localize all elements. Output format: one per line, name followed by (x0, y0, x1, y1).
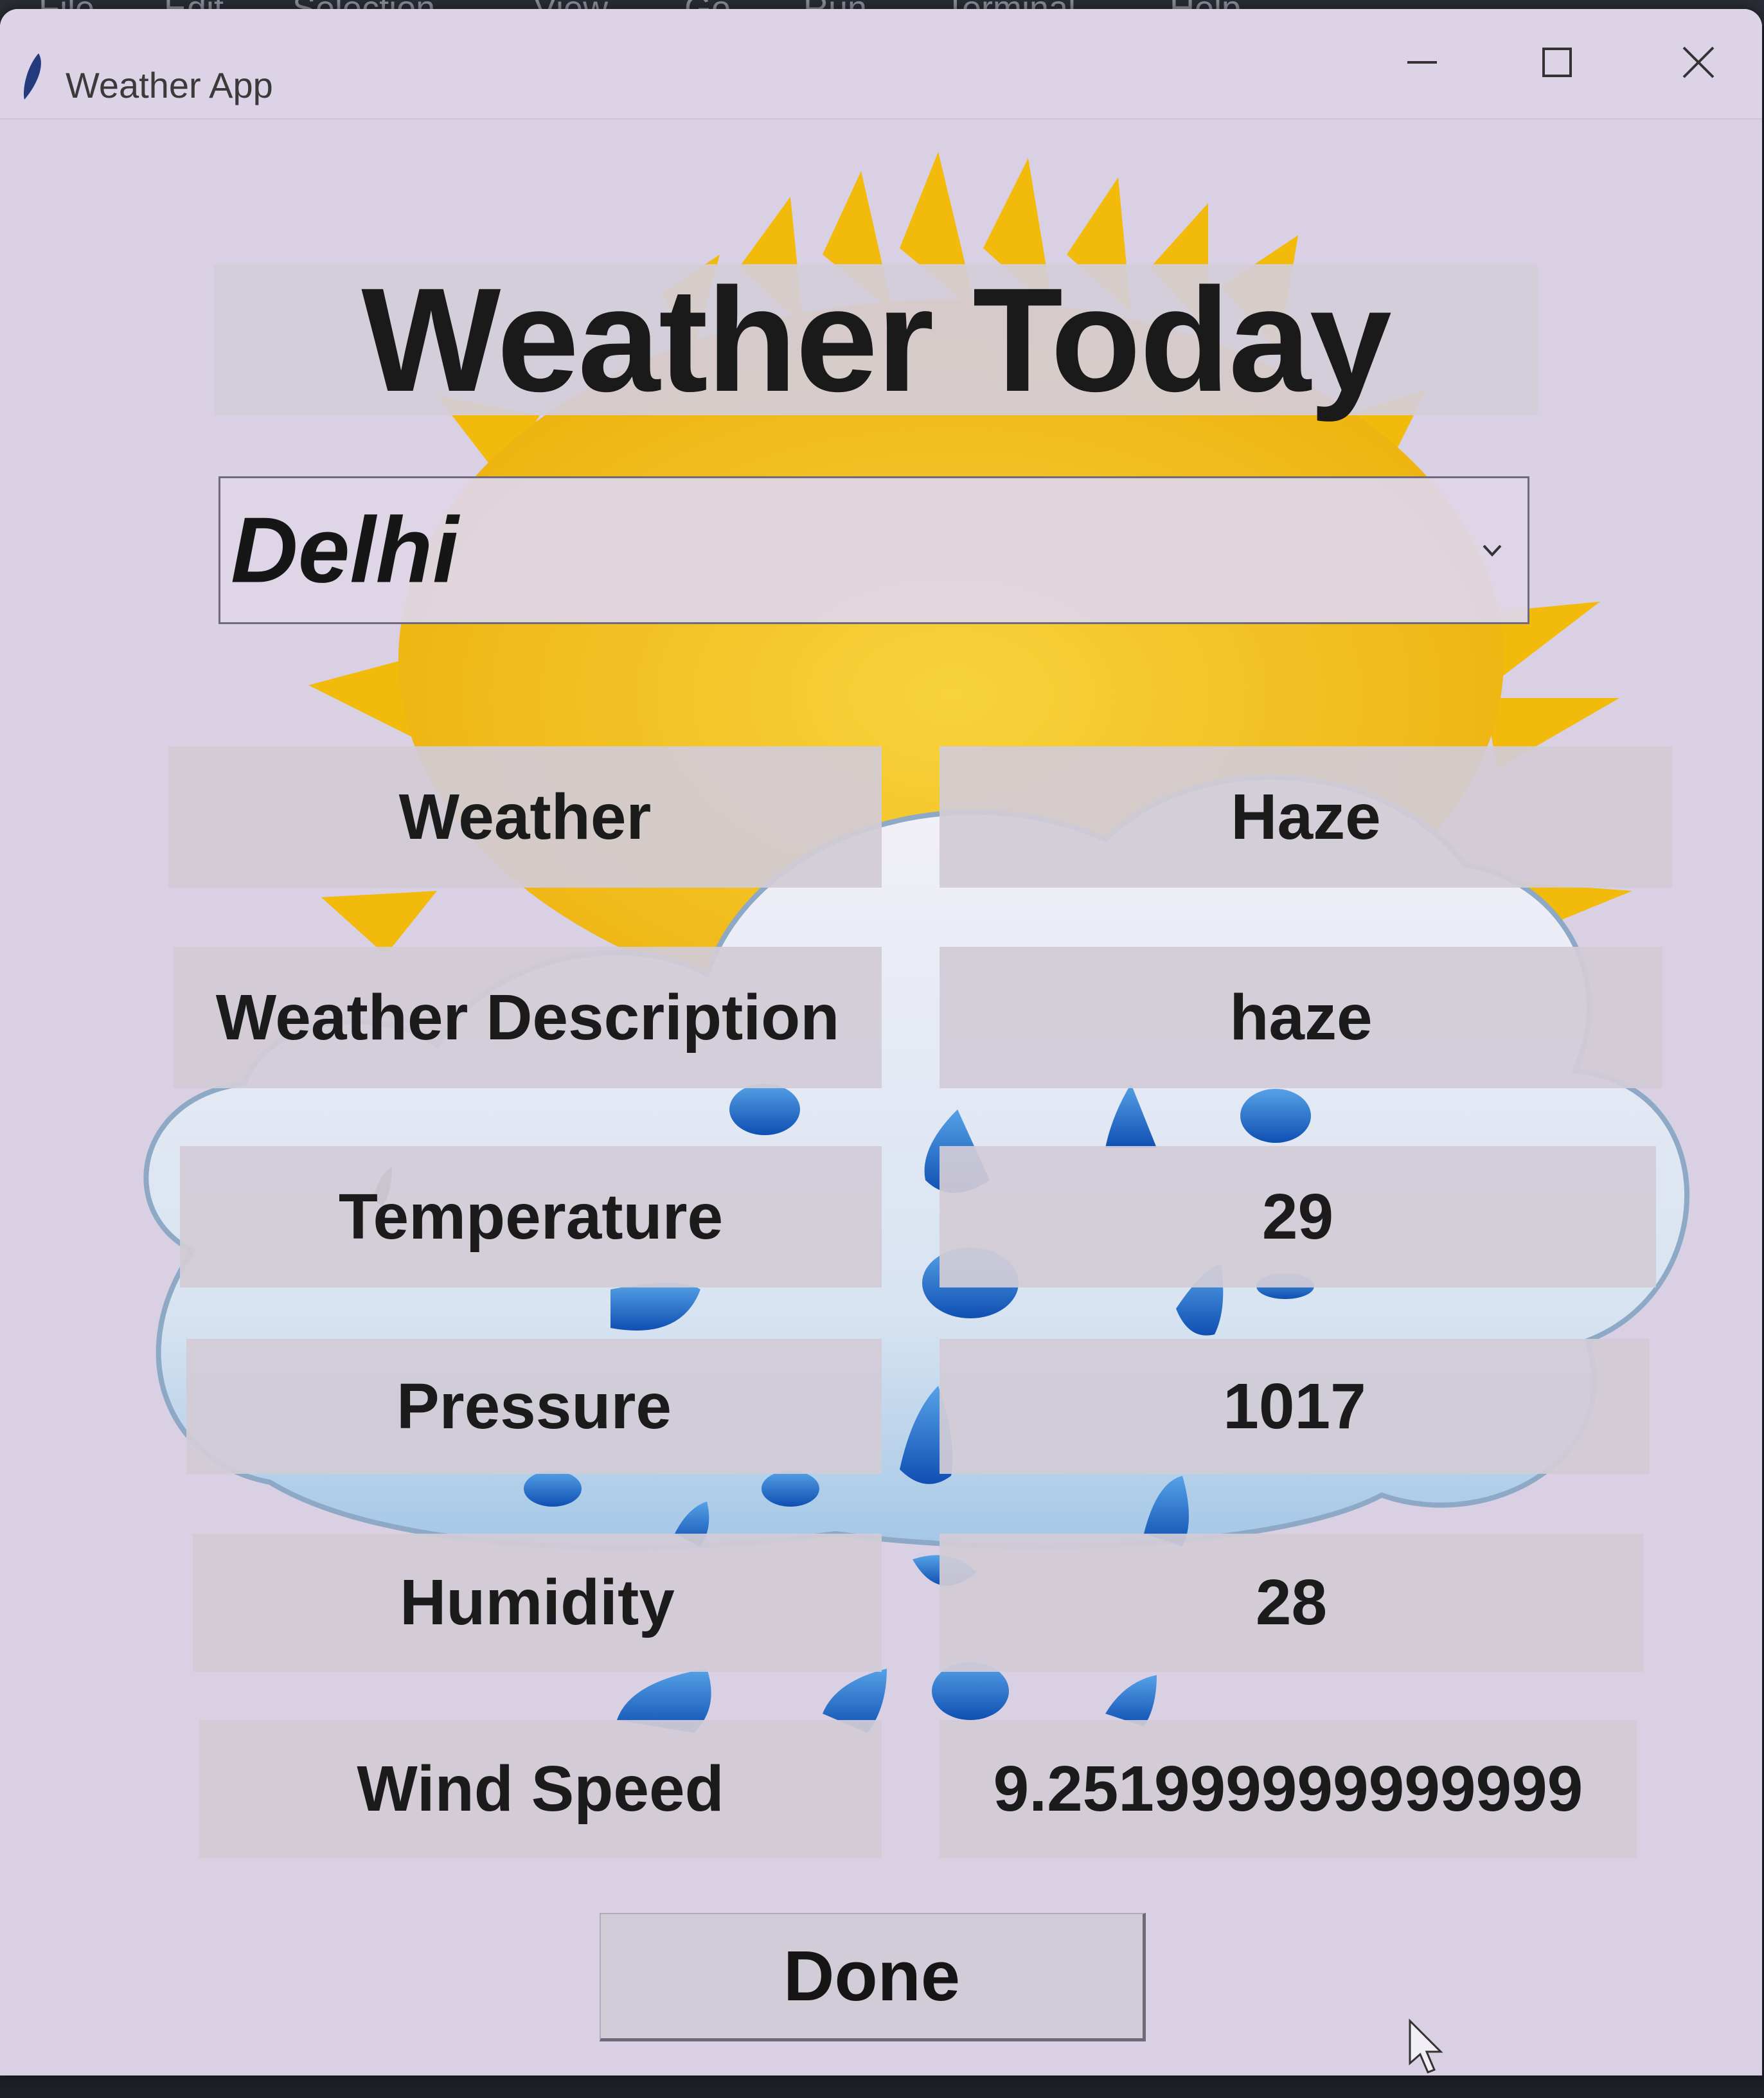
app-content: Weather Today Delhi Weather Haze Weather… (0, 120, 1762, 2076)
close-button[interactable] (1670, 33, 1727, 91)
weather-description-value: haze (940, 947, 1662, 1088)
chevron-down-icon[interactable] (1476, 534, 1508, 566)
humidity-value: 28 (940, 1534, 1643, 1672)
humidity-label: Humidity (193, 1534, 882, 1672)
maximize-button[interactable] (1528, 33, 1586, 91)
wind-speed-label: Wind Speed (199, 1720, 882, 1858)
minimize-icon (1407, 61, 1437, 64)
weather-description-label: Weather Description (174, 947, 882, 1088)
minimize-button[interactable] (1393, 33, 1451, 91)
weather-app-window: Weather App Weather Today Delhi Weather … (0, 9, 1762, 2076)
maximize-icon (1542, 48, 1572, 77)
done-button[interactable]: Done (600, 1913, 1146, 2041)
pressure-value: 1017 (940, 1339, 1650, 1474)
pressure-label: Pressure (186, 1339, 882, 1474)
close-icon (1682, 46, 1715, 78)
weather-value: Haze (940, 746, 1672, 888)
page-title: Weather Today (214, 257, 1538, 422)
wind-speed-value: 9.251999999999999 (940, 1720, 1637, 1858)
temperature-label: Temperature (180, 1146, 882, 1287)
window-title: Weather App (66, 65, 273, 105)
city-select[interactable]: Delhi (218, 476, 1529, 624)
temperature-value: 29 (940, 1146, 1656, 1287)
window-titlebar[interactable]: Weather App (0, 9, 1762, 120)
mouse-cursor-icon (1409, 2018, 1443, 2074)
feather-icon (23, 53, 41, 100)
weather-label: Weather (168, 746, 882, 888)
city-select-value: Delhi (231, 498, 459, 602)
